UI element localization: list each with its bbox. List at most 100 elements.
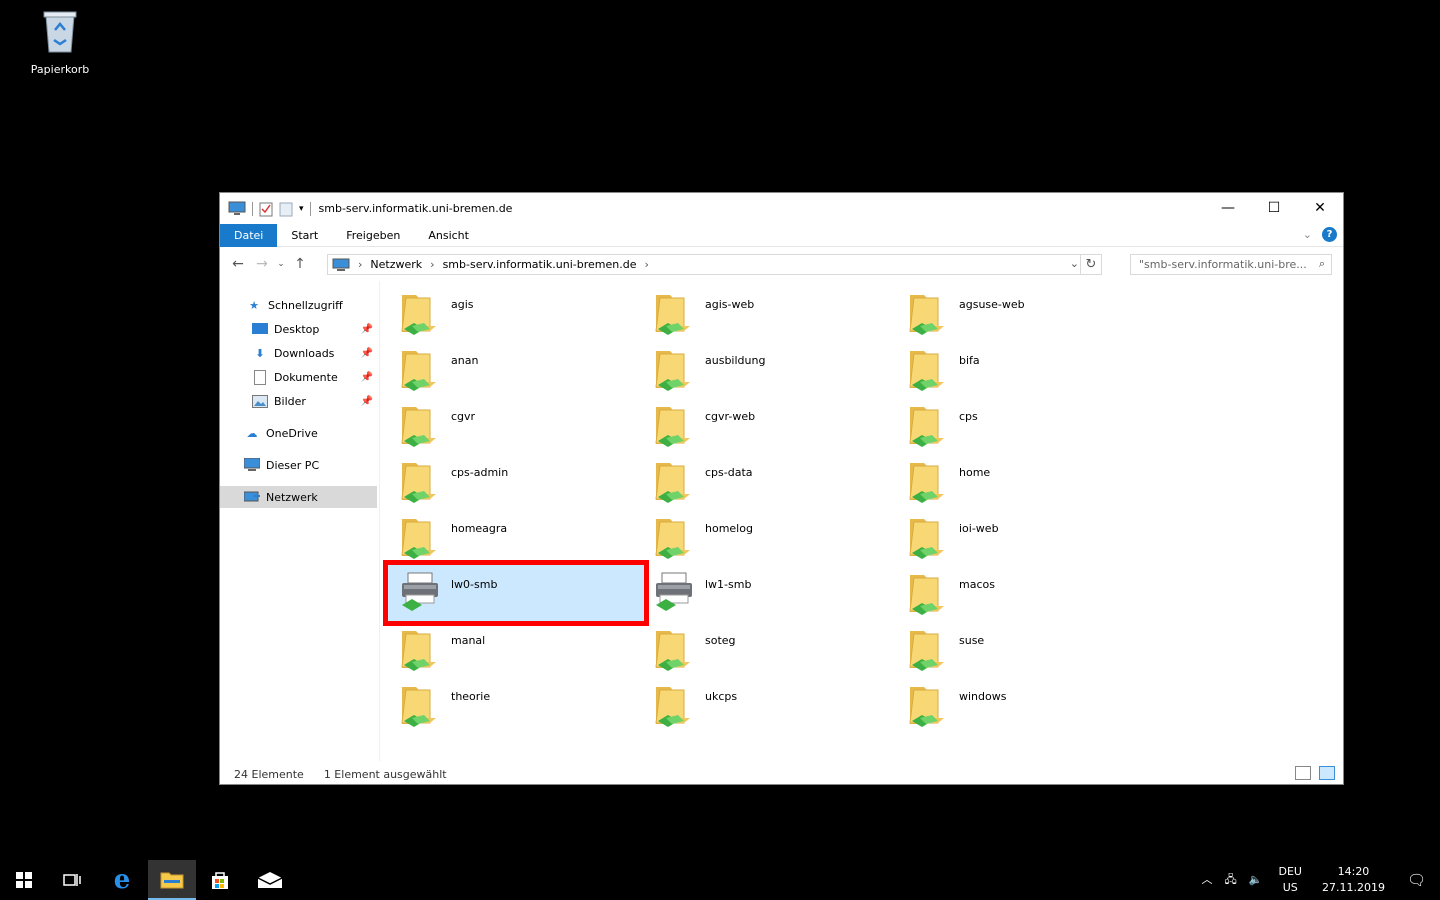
folder-share-item[interactable]: windows bbox=[896, 677, 1152, 733]
network-status-icon[interactable]: 🖧 bbox=[1225, 872, 1237, 888]
folder-share-item[interactable]: home bbox=[896, 453, 1152, 509]
maximize-button[interactable]: ☐ bbox=[1251, 193, 1297, 223]
shared-folder-icon bbox=[652, 681, 692, 729]
back-button[interactable]: ← bbox=[226, 256, 250, 272]
printer-share-item[interactable]: lw1-smb bbox=[642, 565, 898, 621]
store-icon bbox=[212, 872, 228, 889]
input-language[interactable]: DEU US bbox=[1278, 864, 1301, 896]
folder-share-item[interactable]: soteg bbox=[642, 621, 898, 677]
shared-folder-icon bbox=[398, 457, 438, 505]
mail-button[interactable] bbox=[246, 860, 294, 900]
item-name: home bbox=[959, 466, 991, 479]
sidebar-item-pictures[interactable]: Bilder 📌 bbox=[220, 390, 377, 412]
show-hidden-icons-icon[interactable]: ︿ bbox=[1202, 872, 1213, 888]
chevron-right-icon: › bbox=[358, 258, 363, 271]
shared-folder-icon bbox=[906, 569, 946, 617]
mail-icon bbox=[257, 872, 283, 888]
store-button[interactable] bbox=[196, 860, 244, 900]
up-button[interactable]: ↑ bbox=[288, 256, 312, 272]
expand-ribbon-icon[interactable]: ⌄ bbox=[1303, 228, 1312, 241]
recent-locations-icon[interactable]: ⌄ bbox=[274, 259, 288, 269]
quick-access-dropdown-icon[interactable]: ▾ bbox=[299, 204, 304, 214]
item-name: manal bbox=[451, 634, 486, 647]
new-folder-icon[interactable] bbox=[279, 201, 293, 217]
tab-file[interactable]: Datei bbox=[220, 223, 278, 247]
start-button[interactable] bbox=[0, 860, 48, 900]
folder-share-item[interactable]: agis bbox=[388, 285, 644, 341]
tab-share[interactable]: Freigeben bbox=[332, 224, 414, 247]
clock[interactable]: 14:20 27.11.2019 bbox=[1322, 864, 1385, 896]
pin-icon[interactable]: 📌 bbox=[361, 396, 373, 407]
shared-folder-icon bbox=[906, 681, 946, 729]
sidebar-item-downloads[interactable]: ⬇ Downloads 📌 bbox=[220, 342, 377, 364]
folder-share-item[interactable]: homelog bbox=[642, 509, 898, 565]
shared-folder-icon bbox=[398, 625, 438, 673]
forward-button[interactable]: → bbox=[250, 256, 274, 272]
item-name: agis bbox=[451, 298, 474, 311]
task-view-button[interactable] bbox=[48, 860, 96, 900]
folder-share-item[interactable]: ukcps bbox=[642, 677, 898, 733]
properties-icon[interactable] bbox=[259, 201, 273, 217]
volume-icon[interactable]: 🔈 bbox=[1249, 872, 1263, 888]
pin-icon[interactable]: 📌 bbox=[361, 348, 373, 359]
sidebar-item-desktop[interactable]: Desktop 📌 bbox=[220, 318, 377, 340]
folder-share-item[interactable]: cps-admin bbox=[388, 453, 644, 509]
folder-share-item[interactable]: theorie bbox=[388, 677, 644, 733]
computer-icon bbox=[244, 457, 260, 473]
details-view-button[interactable] bbox=[1295, 766, 1311, 780]
folder-share-item[interactable]: agsuse-web bbox=[896, 285, 1152, 341]
folder-share-item[interactable]: cps-data bbox=[642, 453, 898, 509]
clock-time: 14:20 bbox=[1337, 865, 1370, 878]
folder-share-item[interactable]: ausbildung bbox=[642, 341, 898, 397]
sidebar-item-this-pc[interactable]: Dieser PC bbox=[220, 454, 377, 476]
recycle-bin[interactable]: Papierkorb bbox=[24, 8, 96, 76]
tab-view[interactable]: Ansicht bbox=[414, 224, 483, 247]
sidebar-item-quick-access[interactable]: ★ Schnellzugriff bbox=[220, 294, 377, 316]
download-icon: ⬇ bbox=[255, 346, 265, 360]
sidebar-item-documents[interactable]: Dokumente 📌 bbox=[220, 366, 377, 388]
computer-icon bbox=[228, 201, 246, 215]
folder-share-item[interactable]: ioi-web bbox=[896, 509, 1152, 565]
folder-share-item[interactable]: macos bbox=[896, 565, 1152, 621]
search-box[interactable]: "smb-serv.informatik.uni-bre... ⌕ bbox=[1130, 254, 1332, 275]
notifications-icon[interactable]: 🗨 bbox=[1407, 872, 1426, 888]
folder-share-item[interactable]: agis-web bbox=[642, 285, 898, 341]
sidebar-item-onedrive[interactable]: ☁ OneDrive bbox=[220, 422, 377, 444]
edge-button[interactable]: e bbox=[98, 860, 146, 900]
breadcrumb-server[interactable]: smb-serv.informatik.uni-bremen.de bbox=[443, 258, 637, 271]
sidebar-item-network[interactable]: Netzwerk bbox=[220, 486, 377, 508]
folder-share-item[interactable]: anan bbox=[388, 341, 644, 397]
network-computer-icon bbox=[332, 258, 350, 271]
tab-start[interactable]: Start bbox=[277, 224, 332, 247]
folder-share-item[interactable]: cgvr bbox=[388, 397, 644, 453]
item-name: cgvr-web bbox=[705, 410, 756, 423]
item-name: cgvr bbox=[451, 410, 476, 423]
folder-share-item[interactable]: homeagra bbox=[388, 509, 644, 565]
ribbon-tabs: Datei Start Freigeben Ansicht ⌄ ? bbox=[220, 223, 1343, 247]
item-name: macos bbox=[959, 578, 995, 591]
address-bar[interactable]: › Netzwerk › smb-serv.informatik.uni-bre… bbox=[327, 254, 1102, 275]
shared-folder-icon bbox=[652, 457, 692, 505]
refresh-button[interactable]: ↻ bbox=[1080, 255, 1101, 274]
item-name: ukcps bbox=[705, 690, 738, 703]
file-explorer-button[interactable] bbox=[148, 860, 196, 900]
pin-icon[interactable]: 📌 bbox=[361, 372, 373, 383]
printer-share-item[interactable]: lw0-smb bbox=[383, 560, 649, 626]
folder-share-item[interactable]: bifa bbox=[896, 341, 1152, 397]
folder-share-item[interactable]: cps bbox=[896, 397, 1152, 453]
pin-icon[interactable]: 📌 bbox=[361, 324, 373, 335]
address-dropdown-icon[interactable]: ⌄ bbox=[1070, 257, 1079, 270]
breadcrumb-network[interactable]: Netzwerk bbox=[370, 258, 422, 271]
folder-share-item[interactable]: manal bbox=[388, 621, 644, 677]
sidebar-item-label: Dokumente bbox=[274, 370, 338, 384]
shared-folder-icon bbox=[906, 401, 946, 449]
printer-icon bbox=[398, 569, 438, 617]
minimize-button[interactable]: — bbox=[1205, 193, 1251, 223]
folder-share-item[interactable]: suse bbox=[896, 621, 1152, 677]
folder-share-item[interactable]: cgvr-web bbox=[642, 397, 898, 453]
large-icons-view-button[interactable] bbox=[1319, 766, 1335, 780]
shared-folder-icon bbox=[398, 513, 438, 561]
clock-date: 27.11.2019 bbox=[1321, 881, 1385, 894]
close-button[interactable]: ✕ bbox=[1297, 193, 1343, 223]
help-icon[interactable]: ? bbox=[1322, 227, 1337, 242]
